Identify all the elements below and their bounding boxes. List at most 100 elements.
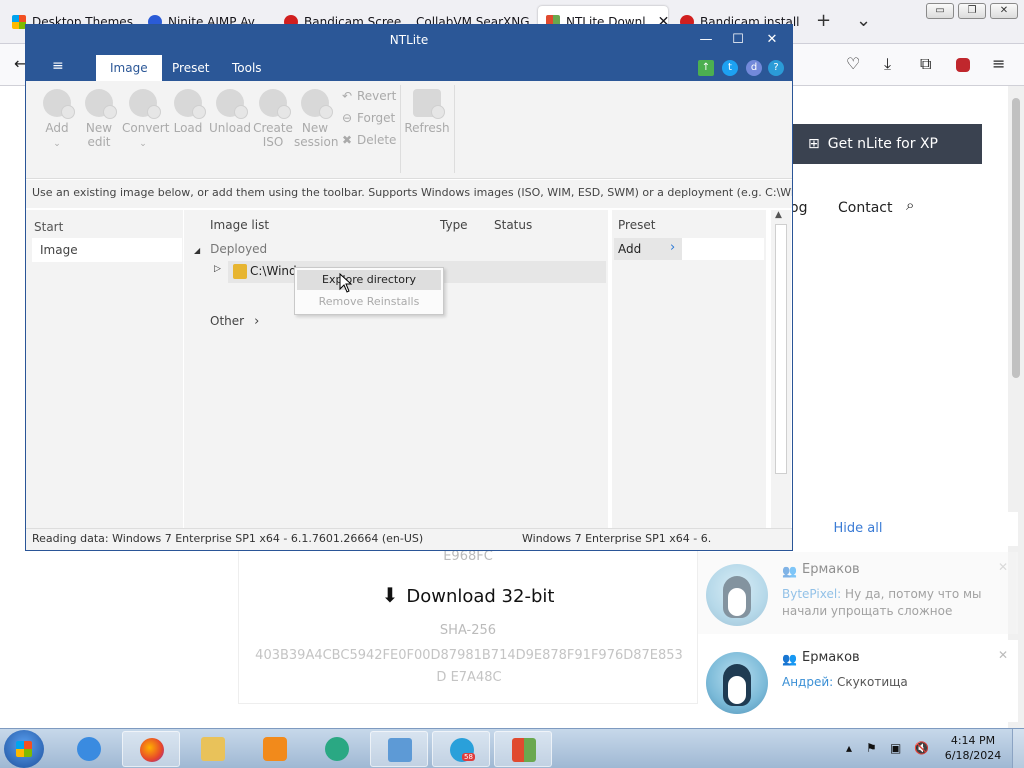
download-32bit-link[interactable]: ⬇ Download 32-bit [239,583,697,607]
taskbar-media[interactable] [246,731,304,767]
windows-logo-icon: ⊞ [808,136,820,152]
maximize-button[interactable]: ☐ [726,29,750,51]
taskbar-telegram[interactable] [432,731,490,767]
collapse-triangle-icon: ◢ [194,246,201,255]
close-icon[interactable]: ✕ [998,560,1008,574]
network-icon[interactable]: ▣ [890,741,901,755]
deployed-group[interactable]: ◢ Deployed [194,242,267,256]
app-menu-icon[interactable]: ≡ [52,58,64,74]
notification-sender: BytePixel: [782,587,842,601]
avatar [706,564,768,626]
add-button[interactable]: Add ⌄ [36,89,78,151]
ribbon-separator [454,85,455,173]
hash-fragment: E968FC [443,549,493,564]
menu-icon[interactable]: ≡ [992,54,1005,73]
download-card: E968FC ⬇ Download 32-bit SHA-256 403B39A4… [238,548,698,704]
show-desktop-button[interactable] [1012,729,1024,768]
taskbar-ie[interactable] [60,731,118,767]
clock[interactable]: 4:14 PM 6/18/2024 [942,733,1004,763]
taskbar: 58 ▴ ⚑ ▣ 🔇 4:14 PM 6/18/2024 [0,728,1024,768]
extensions-icon[interactable]: ⧉ [920,54,931,74]
help-icon[interactable]: ? [768,60,784,76]
scrollbar-thumb[interactable] [775,224,787,474]
convert-button[interactable]: Convert ⌄ [122,89,169,151]
scroll-up-icon[interactable]: ▲ [775,210,782,220]
expand-triangle-icon[interactable]: ▷ [214,264,221,274]
pocket-icon[interactable]: ♡ [846,54,860,73]
update-icon[interactable]: ↑ [698,60,714,76]
taskbar-ntlite[interactable] [494,731,552,767]
window-close-button[interactable]: ✕ [990,3,1018,19]
close-button[interactable]: ✕ [760,29,784,51]
start-label: Start [34,220,64,234]
windows-favicon-icon [12,15,26,29]
create-iso-button[interactable]: Create ISO [252,89,294,149]
start-button[interactable] [4,730,44,768]
twitter-icon[interactable]: t [722,60,738,76]
get-xp-label: Get nLite for XP [827,136,938,152]
revert-button[interactable]: ↶ Revert [340,89,396,103]
window-minimize-button[interactable]: ▭ [926,3,954,19]
show-hidden-icons-icon[interactable]: ▴ [846,741,852,755]
scrollbar-thumb[interactable] [1012,98,1020,378]
taskbar-app[interactable] [308,731,366,767]
unload-button[interactable]: Unload [209,89,251,135]
delete-icon: ✖ [341,133,353,147]
search-icon[interactable]: ⌕ [906,196,914,214]
preset-header: Preset [618,218,656,232]
notification-text: Скукотища [833,675,908,689]
load-button[interactable]: Load [167,89,209,135]
nav-contact-link[interactable]: Contact [838,200,892,216]
info-bar: Use an existing image below, or add them… [26,180,792,208]
column-type[interactable]: Type [440,218,468,232]
unload-icon [216,89,248,119]
clock-time: 4:14 PM [950,734,996,747]
firefox-icon [140,738,164,762]
site-nav: ⊞ Get nLite for XP og Contact ⌕ [760,124,982,240]
window-title: NTLite [26,25,792,55]
menu-item-explore-directory[interactable]: Explore directory [297,270,441,290]
action-center-flag-icon[interactable]: ⚑ [866,741,877,755]
column-status[interactable]: Status [494,218,532,232]
discord-icon[interactable]: d [746,60,762,76]
drive-icon [233,264,247,279]
new-edit-icon [85,89,117,119]
scrollbar[interactable]: ▲ [771,210,791,528]
tab-tools[interactable]: Tools [218,55,276,81]
new-tab-icon[interactable]: + [816,10,831,31]
nav-image-item[interactable]: Image [32,238,182,262]
forget-button[interactable]: ⊖ Forget [340,111,395,125]
window-restore-button[interactable]: ❐ [958,3,986,19]
taskbar-firefox[interactable] [122,731,180,767]
revert-icon: ↶ [341,89,353,103]
tab-image[interactable]: Image [96,55,162,81]
ntlite-icon [512,738,536,762]
close-icon[interactable]: ✕ [998,648,1008,662]
tab-list-icon[interactable]: ⌄ [856,10,871,31]
new-session-button[interactable]: New session [294,89,338,149]
volume-muted-icon[interactable]: 🔇 [914,741,929,755]
delete-button[interactable]: ✖ Delete [340,133,396,147]
other-group[interactable]: Other › [210,314,259,329]
notification-card[interactable]: 👥 Ермаков BytePixel: Ну да, потому что м… [698,552,1018,634]
minimize-button[interactable]: — [694,29,718,51]
image-path: C:\Wind [250,264,297,278]
ublock-icon[interactable] [956,58,970,72]
menu-item-remove-reinstalls[interactable]: Remove Reinstalls [297,292,441,312]
taskbar-explorer[interactable] [184,731,242,767]
preset-add-button[interactable]: Add › [614,238,764,260]
get-nlite-xp-link[interactable]: ⊞ Get nLite for XP [760,124,982,164]
tab-preset[interactable]: Preset [158,55,223,81]
status-bar: Reading data: Windows 7 Enterprise SP1 x… [26,528,792,550]
taskbar-control-panel[interactable] [370,731,428,767]
new-edit-button[interactable]: New edit [78,89,120,149]
chevron-right-icon: › [670,240,676,255]
deployed-label: Deployed [210,242,268,256]
notification-message: Андрей: Скукотища [782,674,992,691]
refresh-icon [413,89,445,119]
unread-badge: 58 [462,753,475,761]
column-image-list[interactable]: Image list [210,218,269,232]
notification-card[interactable]: 👥 Ермаков Андрей: Скукотища ✕ [698,640,1018,722]
refresh-button[interactable]: Refresh [404,89,450,135]
download-icon[interactable]: ⤓ [884,54,891,74]
